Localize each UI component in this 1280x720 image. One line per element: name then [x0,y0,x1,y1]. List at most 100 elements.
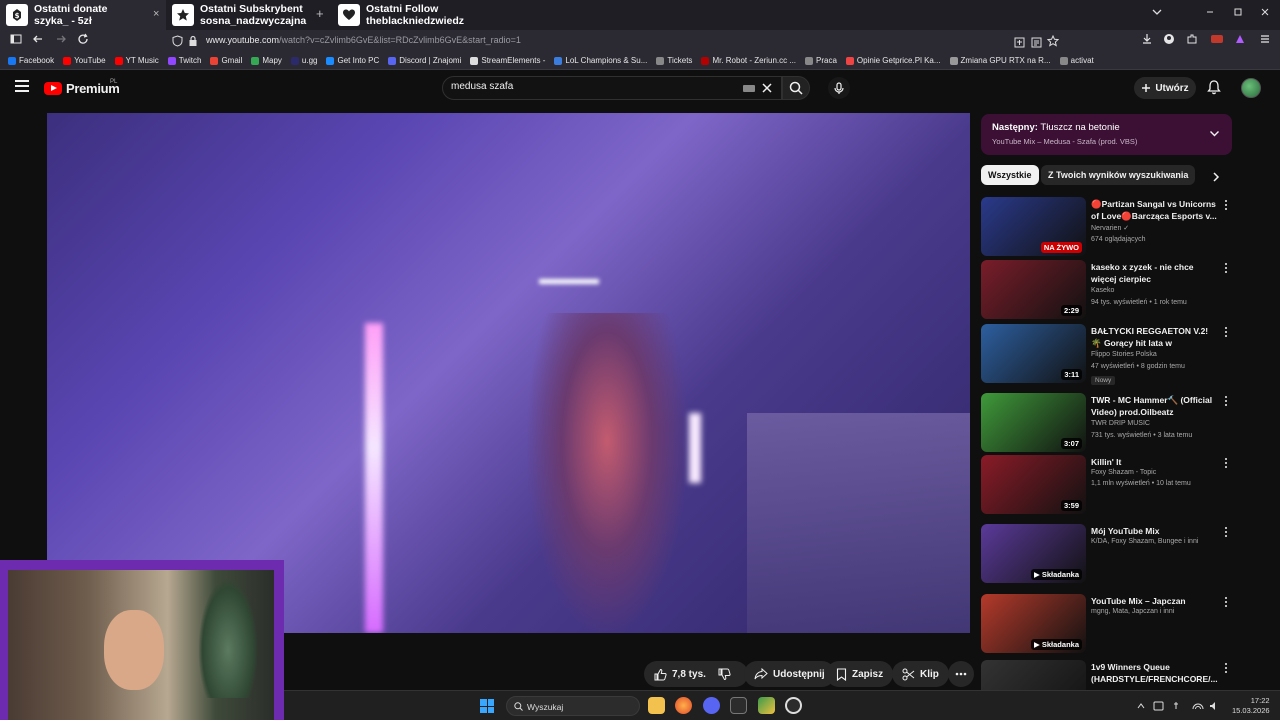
dislike-button[interactable] [710,661,740,687]
shield-icon[interactable] [172,34,183,52]
bookmark-item[interactable]: u.gg [290,56,317,65]
tab-donate[interactable]: $ Ostatni donate szyka_ - 5zł [0,0,166,30]
address-bar[interactable]: www.youtube.com/watch?v=cZvlimb6GvE&list… [168,32,1064,50]
video-title[interactable]: YouTube Mix – Japczan [1091,595,1221,607]
bookmark-item[interactable]: Discord | Znajomi [388,56,461,65]
chevron-down-icon[interactable] [1209,128,1220,139]
forward-icon[interactable] [55,33,67,49]
user-avatar[interactable] [1241,78,1261,98]
firefox-icon[interactable] [675,697,692,714]
extension-purple-icon[interactable] [1234,33,1246,49]
more-vertical-icon[interactable] [1225,396,1228,408]
chip-all[interactable]: Wszystkie [981,165,1039,185]
more-vertical-icon[interactable] [1225,327,1228,339]
bookmark-item[interactable]: YouTube [63,56,106,65]
channel-name[interactable]: TWR DRIP MUSIC [1091,420,1150,427]
bookmark-item[interactable]: Facebook [8,56,54,65]
video-thumbnail[interactable]: NA ŻYWO [981,197,1086,256]
system-tray[interactable] [1136,700,1220,715]
tab-list-chevron-icon[interactable] [1152,6,1162,20]
sidebar-toggle-icon[interactable] [10,33,22,49]
taskbar-search[interactable]: Wyszukaj [506,696,640,716]
chip-from-search[interactable]: Z Twoich wyników wyszukiwania [1041,165,1196,185]
bookmark-star-icon[interactable] [1046,34,1060,52]
discord-icon[interactable] [703,697,720,714]
downloads-icon[interactable] [1141,33,1153,49]
channel-name[interactable]: K/DA, Foxy Shazam, Bungee i inni [1091,538,1198,545]
bookmark-item[interactable]: Get Into PC [326,56,379,65]
video-title[interactable]: BAŁTYCKI REGGAETON V.2! 🌴 Gorący hit lat… [1091,325,1221,349]
more-vertical-icon[interactable] [1225,263,1228,275]
lock-icon[interactable] [188,34,198,52]
bookmark-item[interactable]: Opinie Getprice.Pl Ka... [845,56,941,65]
voice-search-button[interactable] [828,77,850,99]
more-actions-button[interactable] [948,661,974,687]
video-title[interactable]: 1v9 Winners Queue (HARDSTYLE/FRENCHCORE/… [1091,661,1221,685]
extension-badge-icon[interactable] [1210,33,1224,49]
hamburger-menu-icon[interactable] [15,80,29,92]
bookmark-item[interactable]: Twitch [167,56,201,65]
keyboard-icon[interactable] [743,85,755,92]
recommendation-item[interactable]: 3:07 TWR - MC Hammer🔨 (Official Video) pr… [981,393,1231,453]
up-next-card[interactable]: Następny: Tłuszcz na betonie YouTube Mix… [981,114,1232,155]
recommendation-item[interactable]: ▶ Składanka Mój YouTube Mix K/DA, Foxy Sha… [981,524,1231,584]
search-input[interactable] [451,81,731,92]
extensions-icon[interactable] [1186,33,1198,49]
bookmark-item[interactable]: Zmiana GPU RTX na R... [949,56,1051,65]
tab-close-button[interactable]: × [153,8,159,20]
tab-follow[interactable]: Ostatni Follow theblackniedzwiedz [332,0,482,30]
reader-view-icon[interactable] [1031,35,1042,53]
search-button[interactable] [782,76,810,100]
recommendation-item[interactable]: 3:11 BAŁTYCKI REGGAETON V.2! 🌴 Gorący hit… [981,324,1231,385]
video-thumbnail[interactable]: ▶ Składanka [981,524,1086,583]
more-vertical-icon[interactable] [1225,200,1228,212]
more-vertical-icon[interactable] [1225,458,1228,470]
minimize-icon[interactable] [1205,6,1215,20]
video-thumbnail[interactable]: ▶ Składanka [981,594,1086,653]
screenshot-icon[interactable] [1014,35,1025,53]
obs-icon[interactable] [785,697,802,714]
bookmark-item[interactable]: activat [1059,56,1094,65]
channel-name[interactable]: Nervarien ✓ [1091,224,1129,232]
terminal-icon[interactable] [730,697,747,714]
save-button[interactable]: Zapisz [826,661,894,687]
more-vertical-icon[interactable] [1225,663,1228,675]
recommendation-item[interactable]: 2:29 kaseko x zyzek - nie chce więcej cie… [981,260,1231,320]
chevron-right-icon[interactable] [1211,171,1221,183]
bookmark-item[interactable]: Mapy [251,56,282,65]
new-tab-button[interactable]: + [316,6,324,21]
youtube-premium-logo[interactable]: Premium PL [44,79,120,96]
recommendation-item[interactable]: 3:59 Killin' It Foxy Shazam - Topic 1,1 mln… [981,455,1231,515]
account-icon[interactable] [1163,33,1175,49]
video-thumbnail[interactable]: 3:07 [981,393,1086,452]
reload-icon[interactable] [77,33,89,49]
maximize-icon[interactable] [1233,6,1243,20]
file-explorer-icon[interactable] [648,697,665,714]
video-title[interactable]: kaseko x zyzek - nie chce więcej cierpie… [1091,261,1221,285]
taskbar-clock[interactable]: 17:22 15.03.2026 [1232,696,1270,716]
close-window-icon[interactable] [1260,6,1270,20]
clip-button[interactable]: Klip [892,661,949,687]
video-thumbnail[interactable]: 3:59 [981,455,1086,514]
channel-name[interactable]: Flippo Stories Polska [1091,351,1157,358]
clear-search-icon[interactable] [761,80,773,97]
share-button[interactable]: Udostępnij [744,661,835,687]
menu-icon[interactable] [1259,33,1271,49]
bookmark-item[interactable]: Praca [805,56,837,65]
bookmark-item[interactable]: StreamElements - [470,56,545,65]
channel-name[interactable]: Foxy Shazam - Topic [1091,469,1156,476]
bookmark-item[interactable]: Mr. Robot - Zeriun.cc ... [701,56,796,65]
video-thumbnail[interactable]: 3:11 [981,324,1086,383]
video-title[interactable]: Killin' It [1091,456,1221,468]
tab-subscriber[interactable]: Ostatni Subskrybent sosna_nadzwyczajna [166,0,316,30]
video-player[interactable] [47,113,970,633]
windows-start-icon[interactable] [480,699,494,713]
channel-name[interactable]: Kaseko [1091,287,1114,294]
bookmark-item[interactable]: YT Music [114,56,159,65]
bookmark-item[interactable]: Gmail [210,56,242,65]
video-title[interactable]: 🔴Partizan Sangal vs Unicorns of Love🔴Bar… [1091,198,1221,222]
recommendation-item[interactable]: NA ŻYWO 🔴Partizan Sangal vs Unicorns of L… [981,197,1231,257]
back-icon[interactable] [32,33,44,49]
video-thumbnail[interactable]: 2:29 [981,260,1086,319]
bookmark-item[interactable]: LoL Champions & Su... [554,56,647,65]
